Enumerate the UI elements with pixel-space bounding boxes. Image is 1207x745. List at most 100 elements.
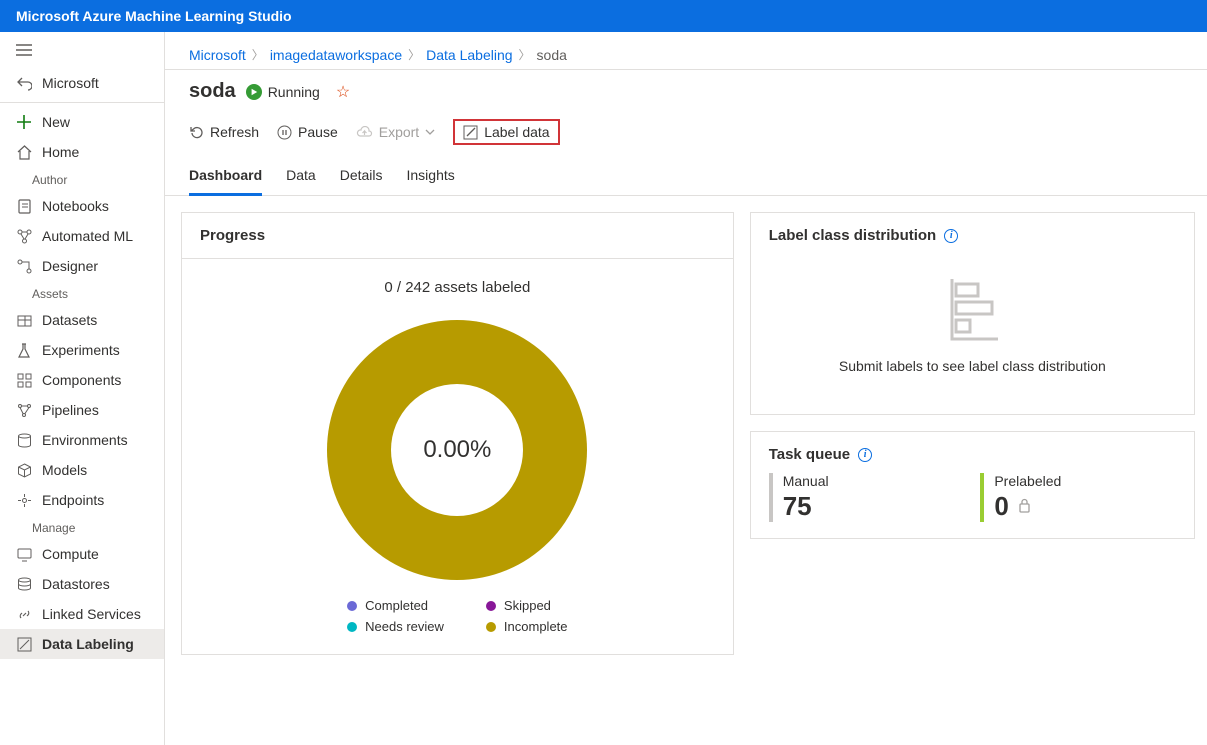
main: Microsoft 〉 imagedataworkspace 〉 Data La…	[165, 32, 1207, 745]
refresh-button[interactable]: Refresh	[189, 124, 259, 140]
sidebar-automated-ml[interactable]: Automated ML	[0, 221, 164, 251]
tab-details[interactable]: Details	[340, 157, 383, 195]
progress-donut-chart: 0.00%	[327, 320, 587, 580]
task-queue-card: Task queue i Manual 75 Prelabeled	[750, 431, 1195, 539]
top-bar: Microsoft Azure Machine Learning Studio	[0, 0, 1207, 32]
sidebar-section-manage: Manage	[0, 515, 164, 539]
sidebar-pipelines-label: Pipelines	[42, 402, 99, 418]
tab-dashboard[interactable]: Dashboard	[189, 157, 262, 195]
status-text: Running	[268, 84, 320, 100]
info-icon[interactable]: i	[944, 229, 958, 243]
favorite-button[interactable]: ☆	[336, 82, 350, 102]
cloud-upload-icon	[356, 126, 373, 139]
sidebar-endpoints-label: Endpoints	[42, 492, 104, 508]
pipelines-icon	[16, 402, 32, 418]
sidebar-compute[interactable]: Compute	[0, 539, 164, 569]
sidebar-notebooks-label: Notebooks	[42, 198, 109, 214]
legend-skipped: Skipped	[486, 598, 568, 613]
sidebar-experiments[interactable]: Experiments	[0, 335, 164, 365]
breadcrumb-workspace[interactable]: imagedataworkspace	[270, 47, 402, 63]
sidebar-models[interactable]: Models	[0, 455, 164, 485]
pause-label: Pause	[298, 124, 338, 140]
sidebar-datastores[interactable]: Datastores	[0, 569, 164, 599]
breadcrumb: Microsoft 〉 imagedataworkspace 〉 Data La…	[165, 32, 1207, 70]
sidebar-experiments-label: Experiments	[42, 342, 120, 358]
sidebar-environments-label: Environments	[42, 432, 128, 448]
monitor-icon	[16, 546, 32, 562]
status-badge: Running	[246, 84, 320, 100]
label-data-button-highlight: Label data	[453, 119, 559, 145]
sidebar-section-author: Author	[0, 167, 164, 191]
queue-manual-value: 75	[783, 491, 965, 522]
sidebar-new[interactable]: New	[0, 107, 164, 137]
sidebar-home[interactable]: Home	[0, 137, 164, 167]
sidebar-datasets[interactable]: Datasets	[0, 305, 164, 335]
sidebar-data-labeling[interactable]: Data Labeling	[0, 629, 164, 659]
sidebar-pipelines[interactable]: Pipelines	[0, 395, 164, 425]
legend-incomplete: Incomplete	[486, 619, 568, 634]
sidebar-linked-services[interactable]: Linked Services	[0, 599, 164, 629]
sidebar-automated-ml-label: Automated ML	[42, 228, 133, 244]
info-icon[interactable]: i	[858, 448, 872, 462]
cube-icon	[16, 462, 32, 478]
distribution-header: Label class distribution	[769, 227, 937, 244]
sidebar-linked-services-label: Linked Services	[42, 606, 141, 622]
title-row: soda Running ☆	[165, 70, 1207, 107]
toolbar: Refresh Pause Export Label data	[165, 107, 1207, 157]
label-icon	[16, 636, 32, 652]
sidebar-components[interactable]: Components	[0, 365, 164, 395]
pause-button[interactable]: Pause	[277, 124, 338, 140]
sidebar-new-label: New	[42, 114, 70, 130]
sidebar-endpoints[interactable]: Endpoints	[0, 485, 164, 515]
barchart-placeholder-icon	[946, 274, 998, 344]
legend-completed: Completed	[347, 598, 444, 613]
export-label: Export	[379, 124, 419, 140]
environments-icon	[16, 432, 32, 448]
tabs: Dashboard Data Details Insights	[165, 157, 1207, 196]
sidebar-datastores-label: Datastores	[42, 576, 110, 592]
flask-icon	[16, 342, 32, 358]
tab-insights[interactable]: Insights	[407, 157, 455, 195]
sidebar-home-label: Home	[42, 144, 79, 160]
hamburger-button[interactable]	[0, 32, 164, 68]
progress-percent: 0.00%	[423, 436, 491, 464]
datasets-icon	[16, 312, 32, 328]
sidebar-components-label: Components	[42, 372, 121, 388]
sidebar-notebooks[interactable]: Notebooks	[0, 191, 164, 221]
progress-summary: 0 / 242 assets labeled	[202, 279, 713, 296]
home-icon	[16, 144, 32, 160]
progress-legend: Completed Needs review Skipped Incomplet…	[202, 598, 713, 634]
queue-prelabeled-label: Prelabeled	[994, 473, 1061, 489]
label-data-button[interactable]: Label data	[463, 124, 549, 140]
breadcrumb-microsoft[interactable]: Microsoft	[189, 47, 246, 63]
queue-header: Task queue	[769, 446, 850, 463]
export-button[interactable]: Export	[356, 124, 435, 140]
content: Progress 0 / 242 assets labeled 0.00% Co…	[165, 196, 1207, 671]
queue-prelabeled: Prelabeled 0	[980, 473, 1176, 522]
sidebar-data-labeling-label: Data Labeling	[42, 636, 134, 652]
notebook-icon	[16, 198, 32, 214]
lock-icon	[1018, 500, 1031, 517]
designer-icon	[16, 258, 32, 274]
sidebar-designer[interactable]: Designer	[0, 251, 164, 281]
queue-prelabeled-value: 0	[994, 491, 1008, 521]
sidebar-back-microsoft[interactable]: Microsoft	[0, 68, 164, 98]
progress-card: Progress 0 / 242 assets labeled 0.00% Co…	[181, 212, 734, 655]
endpoints-icon	[16, 492, 32, 508]
edit-icon	[463, 125, 478, 140]
progress-header: Progress	[182, 213, 733, 259]
chevron-right-icon: 〉	[408, 46, 420, 63]
tab-data[interactable]: Data	[286, 157, 316, 195]
back-arrow-icon	[16, 75, 32, 91]
sidebar-environments[interactable]: Environments	[0, 425, 164, 455]
queue-manual: Manual 75	[769, 473, 965, 522]
sidebar-section-assets: Assets	[0, 281, 164, 305]
refresh-icon	[189, 125, 204, 140]
page-title: soda	[189, 80, 236, 103]
sidebar: Microsoft New Home Author Notebooks Auto…	[0, 32, 165, 745]
pause-icon	[277, 125, 292, 140]
breadcrumb-data-labeling[interactable]: Data Labeling	[426, 47, 512, 63]
automl-icon	[16, 228, 32, 244]
chevron-down-icon	[425, 129, 435, 135]
play-icon	[246, 84, 262, 100]
